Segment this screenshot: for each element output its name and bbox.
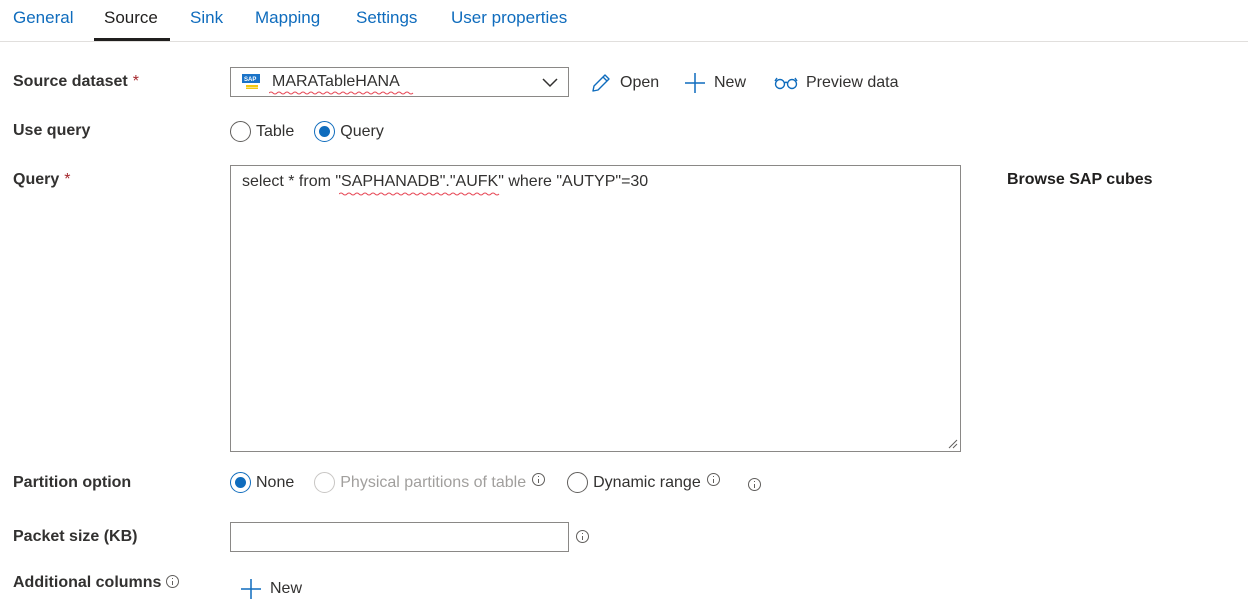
- tab-mapping[interactable]: Mapping: [255, 8, 320, 28]
- pencil-icon: [592, 74, 610, 92]
- partition-none-label[interactable]: None: [256, 474, 294, 492]
- partition-option-radio-group: None Physical partitions of table Dynami…: [230, 472, 761, 493]
- use-query-label: Use query: [13, 122, 91, 139]
- query-radio[interactable]: [314, 121, 336, 142]
- spellcheck-underline: [339, 192, 500, 196]
- required-mark: *: [64, 171, 71, 188]
- packet-size-input[interactable]: [230, 522, 569, 552]
- add-column-button[interactable]: New: [240, 576, 302, 602]
- tab-user-properties[interactable]: User properties: [451, 8, 567, 28]
- info-icon[interactable]: [747, 478, 761, 491]
- partition-none-radio[interactable]: [230, 472, 251, 493]
- info-icon[interactable]: [166, 575, 179, 588]
- source-dataset-value: MARATableHANA: [272, 73, 400, 90]
- source-dataset-label: Source dataset *: [13, 73, 139, 90]
- new-label: New: [714, 74, 747, 91]
- resize-handle-icon[interactable]: [948, 439, 958, 449]
- spellcheck-underline: [269, 91, 414, 95]
- table-radio[interactable]: [230, 121, 251, 142]
- browse-sap-cubes-button[interactable]: Browse SAP cubes: [1007, 171, 1153, 189]
- add-column-label: New: [270, 580, 303, 597]
- source-dataset-dropdown[interactable]: SAP MARATableHANA: [230, 67, 569, 97]
- partition-physical-label: Physical partitions of table: [340, 473, 527, 491]
- packet-size-label: Packet size (KB): [13, 528, 138, 545]
- plus-icon: [241, 579, 261, 599]
- tab-settings[interactable]: Settings: [356, 8, 417, 28]
- open-label: Open: [620, 74, 660, 91]
- additional-columns-label: Additional columns: [13, 574, 162, 591]
- query-textarea[interactable]: select * from "SAPHANADB"."AUFK" where "…: [230, 165, 961, 452]
- preview-data-label: Preview data: [806, 74, 899, 91]
- query-text: select * from "SAPHANADB"."AUFK" where "…: [242, 173, 649, 190]
- table-radio-label[interactable]: Table: [256, 123, 294, 141]
- info-icon[interactable]: [576, 530, 589, 543]
- tab-bar: General Source Sink Mapping Settings Use…: [0, 0, 1248, 42]
- partition-option-label: Partition option: [13, 474, 132, 491]
- partition-physical-radio: [314, 472, 336, 493]
- info-icon[interactable]: [532, 473, 546, 486]
- tab-source[interactable]: Source: [104, 8, 158, 28]
- required-mark: *: [132, 73, 139, 90]
- use-query-radio-group: Table Query: [230, 121, 384, 142]
- partition-dynamic-radio[interactable]: [567, 472, 589, 493]
- query-label: Query *: [13, 171, 71, 188]
- info-icon[interactable]: [706, 473, 720, 486]
- preview-data-button[interactable]: Preview data: [774, 70, 899, 96]
- chevron-down-icon: [542, 78, 558, 88]
- glasses-icon: [774, 77, 798, 90]
- tab-general[interactable]: General: [13, 8, 73, 28]
- plus-icon: [685, 73, 705, 93]
- new-dataset-button[interactable]: New: [684, 70, 746, 96]
- active-tab-indicator: [94, 38, 170, 41]
- partition-dynamic-label[interactable]: Dynamic range: [593, 474, 701, 492]
- svg-text:SAP: SAP: [244, 77, 256, 83]
- open-dataset-button[interactable]: Open: [590, 70, 659, 96]
- sap-hana-dataset-icon: SAP: [242, 74, 260, 89]
- tab-sink[interactable]: Sink: [190, 8, 223, 28]
- query-radio-label[interactable]: Query: [340, 123, 384, 141]
